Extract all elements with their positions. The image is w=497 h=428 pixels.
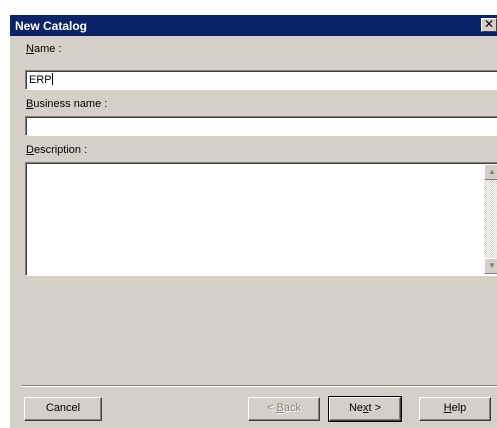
- scroll-up-icon: ▲: [488, 167, 496, 176]
- new-catalog-dialog: New Catalog ✕ Name : ERP Business name :…: [10, 15, 497, 428]
- business-name-label: Business name :: [26, 98, 108, 110]
- back-button[interactable]: < Back: [248, 397, 320, 421]
- scroll-down-button[interactable]: ▼: [484, 258, 497, 274]
- text-caret: [51, 73, 53, 85]
- name-input[interactable]: ERP: [25, 70, 497, 90]
- title-bar[interactable]: New Catalog ✕: [10, 15, 497, 36]
- close-icon: ✕: [483, 17, 495, 31]
- close-button[interactable]: ✕: [481, 18, 497, 32]
- description-label: Description :: [26, 144, 88, 156]
- scroll-down-icon: ▼: [488, 261, 496, 270]
- dialog-title: New Catalog: [15, 19, 88, 33]
- business-name-input[interactable]: [25, 116, 497, 136]
- help-button[interactable]: Help: [419, 397, 491, 421]
- description-scrollbar[interactable]: ▲ ▼: [484, 164, 497, 274]
- button-separator: [22, 385, 497, 387]
- next-button[interactable]: Next >: [328, 396, 402, 422]
- description-textarea[interactable]: ▲ ▼: [25, 162, 497, 276]
- scroll-up-button[interactable]: ▲: [484, 164, 497, 180]
- name-input-value: ERP: [29, 74, 52, 86]
- cancel-button[interactable]: Cancel: [24, 397, 102, 421]
- name-label: Name :: [26, 43, 62, 55]
